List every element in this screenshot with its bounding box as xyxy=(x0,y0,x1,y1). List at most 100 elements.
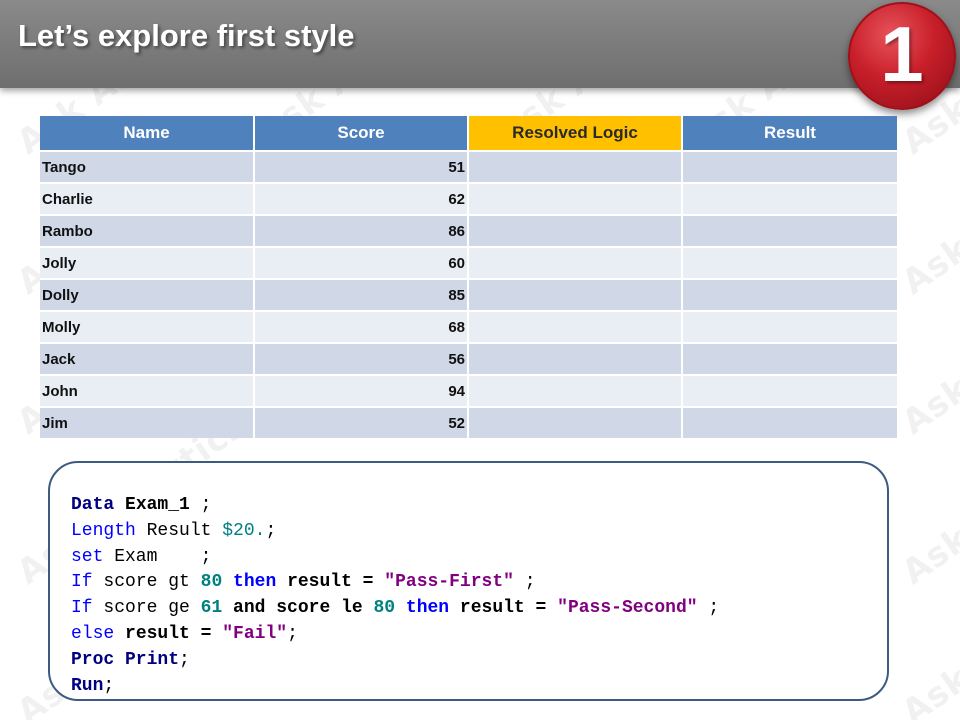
header-resolved-logic: Resolved Logic xyxy=(468,116,683,151)
code-token: score gt xyxy=(92,572,201,593)
cell-name: Charlie xyxy=(40,182,255,215)
table-row: Tango 51 xyxy=(40,150,897,183)
code-token: Proc Print xyxy=(71,649,180,670)
table-row: John 94 xyxy=(40,374,897,407)
table-header-row: Name Score Resolved Logic Result xyxy=(40,116,897,151)
code-token: Data xyxy=(71,495,115,515)
watermark-text: Ask Analytics xyxy=(895,255,960,443)
code-token: set xyxy=(71,546,104,567)
cell-result xyxy=(682,310,897,343)
code-token: result = xyxy=(276,572,385,593)
table-row: Charlie 62 xyxy=(40,182,897,215)
cell-resolved-logic xyxy=(468,342,683,375)
cell-resolved-logic xyxy=(468,214,683,247)
cell-score: 51 xyxy=(254,150,469,183)
table-row: Dolly 85 xyxy=(40,278,897,311)
code-line-2: Length Result $20.; xyxy=(71,519,719,545)
code-line-7: Proc Print; xyxy=(71,648,719,674)
slide-number-badge: 1 xyxy=(848,2,956,110)
table-row: Jolly 60 xyxy=(40,246,897,279)
header-result: Result xyxy=(682,116,897,151)
cell-name: Molly xyxy=(40,310,255,343)
cell-resolved-logic xyxy=(468,182,683,215)
cell-resolved-logic xyxy=(468,310,683,343)
cell-name: Jolly xyxy=(40,246,255,279)
cell-resolved-logic xyxy=(468,278,683,311)
code-token: If xyxy=(71,598,93,619)
cell-name: Jim xyxy=(40,406,255,438)
cell-resolved-logic xyxy=(468,150,683,183)
code-token: then xyxy=(395,598,450,619)
slide-title: Let’s explore first style xyxy=(18,18,355,53)
cell-name: Jack xyxy=(40,342,255,375)
cell-score: 52 xyxy=(254,406,469,438)
code-token: $20. xyxy=(222,520,266,541)
table-row: Jack 56 xyxy=(40,342,897,375)
code-token: "Pass-First" xyxy=(384,572,514,593)
header-score: Score xyxy=(254,116,469,151)
cell-score: 56 xyxy=(254,342,469,375)
cell-result xyxy=(682,246,897,279)
cell-score: 85 xyxy=(254,278,469,311)
cell-resolved-logic xyxy=(468,406,683,438)
code-token: "Fail" xyxy=(222,623,288,644)
code-token: then xyxy=(222,572,277,593)
code-token: ; xyxy=(189,495,212,515)
code-token: 80 xyxy=(373,598,396,619)
code-token: result = xyxy=(449,598,558,619)
cell-result xyxy=(682,182,897,215)
code-token: Length xyxy=(71,520,136,541)
slide-number: 1 xyxy=(880,10,924,98)
code-box: Data Exam_1 ; Length Result $20.; set Exam… xyxy=(48,461,889,701)
cell-name: John xyxy=(40,374,255,407)
code-token: score ge xyxy=(92,598,201,619)
watermark-text: Ask Analytics xyxy=(895,545,960,720)
cell-result xyxy=(682,406,897,438)
watermark-text: Ask Analytics xyxy=(895,115,960,303)
header-name: Name xyxy=(40,116,255,151)
cell-score: 62 xyxy=(254,182,469,215)
cell-result xyxy=(682,278,897,311)
table-row: Rambo 86 xyxy=(40,214,897,247)
cell-resolved-logic xyxy=(468,246,683,279)
cell-result xyxy=(682,214,897,247)
code-token: Exam ; xyxy=(103,546,212,567)
cell-score: 68 xyxy=(254,310,469,343)
code-token: 80 xyxy=(200,572,223,593)
code-token: Exam_1 xyxy=(114,495,190,515)
code-token: Result xyxy=(135,520,223,541)
table-row: Molly 68 xyxy=(40,310,897,343)
title-bar: Let’s explore first style xyxy=(0,0,960,88)
code-token: Run xyxy=(71,675,104,696)
code-token: ; xyxy=(697,598,720,619)
cell-score: 86 xyxy=(254,214,469,247)
code-line-3: set Exam ; xyxy=(71,545,719,571)
cell-result xyxy=(682,150,897,183)
cell-resolved-logic xyxy=(468,374,683,407)
code-token: else xyxy=(71,623,115,644)
code-line-4: If score gt 80 then result = "Pass-First… xyxy=(71,570,719,596)
code-token: "Pass-Second" xyxy=(557,598,698,619)
cell-score: 60 xyxy=(254,246,469,279)
code-token: ; xyxy=(287,623,298,644)
code-line-6: else result = "Fail"; xyxy=(71,622,719,648)
cell-result xyxy=(682,374,897,407)
code-line-8: Run; xyxy=(71,674,719,700)
cell-name: Rambo xyxy=(40,214,255,247)
watermark-text: Ask Analytics xyxy=(895,405,960,593)
cell-name: Dolly xyxy=(40,278,255,311)
code-line-5: If score ge 61 and score le 80 then resu… xyxy=(71,596,719,622)
code-line-1: Data Exam_1 ; xyxy=(71,493,719,519)
code-token: ; xyxy=(265,520,277,541)
code-token: ; xyxy=(513,572,536,593)
cell-score: 94 xyxy=(254,374,469,407)
cell-result xyxy=(682,342,897,375)
code-token: result = xyxy=(114,623,223,644)
cell-name: Tango xyxy=(40,150,255,183)
sas-code-block: Data Exam_1 ; Length Result $20.; set Exam… xyxy=(71,493,719,699)
table-row: Jim 52 xyxy=(40,406,897,438)
code-token: 61 xyxy=(200,598,223,619)
score-table: Name Score Resolved Logic Result Tango 5… xyxy=(40,116,897,438)
code-token: ; xyxy=(103,675,115,696)
code-token: If xyxy=(71,572,93,593)
